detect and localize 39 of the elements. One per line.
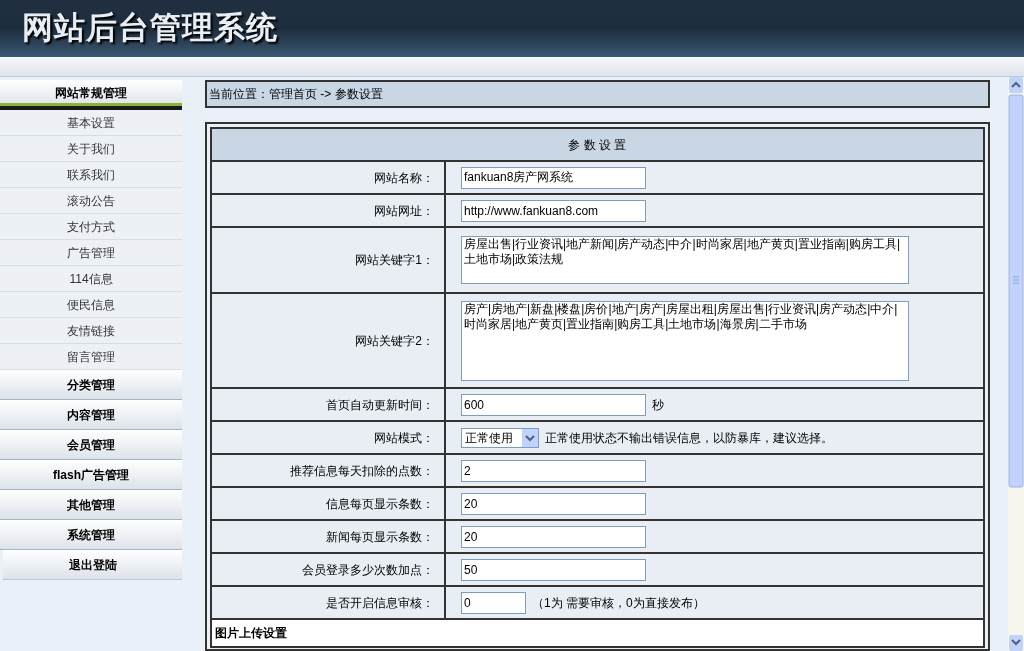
form-title: 参 数 设 置 (568, 136, 627, 154)
text-field[interactable]: 20 (461, 492, 646, 515)
field-label: 网站网址： (374, 202, 434, 220)
sidebar-section[interactable]: 其他管理 (0, 490, 182, 520)
field-label: 首页自动更新时间： (326, 396, 434, 414)
field-label: 信息每页显示条数： (326, 495, 434, 513)
breadcrumb: 当前位置：管理首页 -> 参数设置 (209, 86, 383, 103)
sidebar-section[interactable]: 网站常规管理 (0, 80, 182, 110)
text-field[interactable]: 50 (461, 558, 646, 581)
mode-dropdown[interactable]: 正常使用 (461, 427, 539, 448)
field-label: 网站关键字1： (355, 252, 434, 269)
text-field[interactable]: http://www.fankuan8.com (461, 199, 646, 222)
field-hint: （1为 需要审核，0为直接发布） (532, 594, 705, 612)
sidebar-section[interactable]: 分类管理 (0, 370, 182, 400)
keywords-field[interactable]: 房产|房地产|新盘|楼盘|房价|地产|房产|房屋出租|房屋出售|行业资讯|房产动态|中介|时尚家居|地产黄页|置业指南|购房工具|土地市场|海景房|二手市场 (461, 300, 909, 381)
field-label: 会员登录多少次数加点： (302, 561, 434, 579)
field-label: 网站关键字2： (355, 332, 434, 350)
text-field[interactable]: 20 (461, 525, 646, 548)
sidebar-section[interactable]: 会员管理 (0, 430, 182, 460)
text-field[interactable]: 0 (461, 591, 526, 614)
field-label: 新闻每页显示条数： (326, 528, 434, 546)
keywords-field[interactable]: 房屋出售|行业资讯|地产新闻|房产动态|中介|时尚家居|地产黄页|置业指南|购房工具|土地市场|政策法规 (461, 236, 909, 284)
field-hint: 秒 (652, 396, 664, 414)
sidebar-section[interactable]: 系统管理 (0, 520, 182, 550)
section-heading: 图片上传设置 (215, 625, 287, 642)
field-label: 网站模式： (374, 429, 434, 447)
chevron-down-icon (522, 428, 538, 447)
scrollbar[interactable] (1008, 77, 1024, 651)
text-field[interactable]: fankuan8房产网系统 (461, 166, 646, 189)
sidebar-section[interactable]: 内容管理 (0, 400, 182, 430)
text-field[interactable]: 2 (461, 459, 646, 482)
field-label: 网站名称： (374, 169, 434, 187)
logout-button[interactable]: 退出登陆 (3, 550, 182, 580)
field-label: 是否开启信息审核： (326, 594, 434, 612)
field-hint: 正常使用状态不输出错误信息，以防暴库，建议选择。 (545, 429, 833, 447)
field-label: 推荐信息每天扣除的点数： (290, 462, 434, 480)
sidebar-section[interactable]: flash广告管理 (0, 460, 182, 490)
text-field[interactable]: 600 (461, 393, 646, 416)
site-title: 网站后台管理系统 (22, 9, 278, 48)
